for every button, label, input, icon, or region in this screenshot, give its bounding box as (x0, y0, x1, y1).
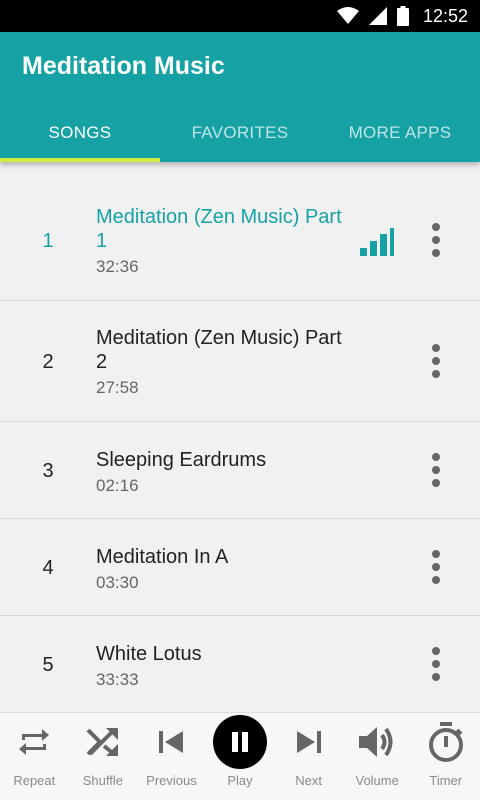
wifi-icon (336, 7, 359, 24)
song-title: Meditation In A (96, 546, 229, 568)
timer-icon (428, 722, 463, 762)
timer-button[interactable]: Timer (411, 713, 480, 800)
shuffle-button[interactable]: Shuffle (69, 713, 138, 800)
more-options-icon[interactable] (422, 450, 450, 490)
play-button[interactable]: Play (206, 713, 275, 800)
song-title: Meditation (Zen Music) Part 2 (96, 327, 342, 373)
cell-signal-icon (368, 7, 387, 25)
song-duration: 32:36 (96, 257, 139, 276)
app-bar: Meditation Music SONGS FAVORITES MORE AP… (0, 32, 480, 162)
repeat-icon (19, 729, 50, 755)
more-options-icon[interactable] (422, 341, 450, 381)
more-options-icon[interactable] (422, 220, 450, 260)
song-row[interactable]: 4 Meditation In A 03:30 (0, 519, 480, 616)
play-label: Play (227, 773, 253, 788)
song-number: 4 (42, 557, 54, 579)
battery-icon (396, 6, 409, 26)
song-duration: 33:33 (96, 670, 139, 689)
previous-label: Previous (146, 773, 197, 788)
song-number: 3 (42, 460, 54, 482)
more-options-icon[interactable] (422, 547, 450, 587)
song-duration: 03:30 (96, 573, 139, 592)
tab-songs[interactable]: SONGS (0, 104, 160, 162)
tab-more-apps[interactable]: MORE APPS (320, 104, 480, 162)
song-row[interactable]: 1 Meditation (Zen Music) Part 1 32:36 (0, 180, 480, 301)
song-number: 2 (42, 351, 54, 373)
playback-controls: Repeat Shuffle Previous Play Next Volume… (0, 712, 480, 800)
song-duration: 02:16 (96, 476, 139, 495)
next-icon (296, 731, 321, 753)
tab-bar: SONGS FAVORITES MORE APPS (0, 104, 480, 162)
song-title: Meditation (Zen Music) Part 1 (96, 206, 342, 252)
previous-button[interactable]: Previous (137, 713, 206, 800)
app-title: Meditation Music (22, 52, 225, 80)
song-title: Sleeping Eardrums (96, 449, 267, 471)
shuffle-label: Shuffle (82, 773, 123, 788)
previous-icon (159, 731, 184, 753)
volume-label: Volume (355, 773, 399, 788)
next-button[interactable]: Next (274, 713, 343, 800)
song-row[interactable]: 2 Meditation (Zen Music) Part 2 27:58 (0, 301, 480, 422)
tab-favorites[interactable]: FAVORITES (160, 104, 320, 162)
repeat-button[interactable]: Repeat (0, 713, 69, 800)
song-row[interactable]: 5 White Lotus 33:33 (0, 616, 480, 713)
song-list: 1 Meditation (Zen Music) Part 1 32:36 2 … (0, 180, 480, 713)
next-label: Next (295, 773, 322, 788)
more-options-icon[interactable] (422, 644, 450, 684)
song-number: 5 (42, 654, 54, 676)
song-duration: 27:58 (96, 378, 139, 397)
volume-button[interactable]: Volume (343, 713, 412, 800)
status-bar: 12:52 (0, 0, 480, 32)
now-playing-icon (360, 228, 394, 256)
status-time: 12:52 (422, 5, 468, 26)
timer-label: Timer (429, 773, 463, 788)
song-row[interactable]: 3 Sleeping Eardrums 02:16 (0, 422, 480, 519)
repeat-label: Repeat (13, 773, 56, 788)
pause-icon (213, 715, 268, 769)
song-title: White Lotus (96, 643, 202, 665)
shuffle-icon (86, 728, 118, 756)
volume-icon (359, 727, 393, 757)
song-number: 1 (42, 230, 54, 252)
